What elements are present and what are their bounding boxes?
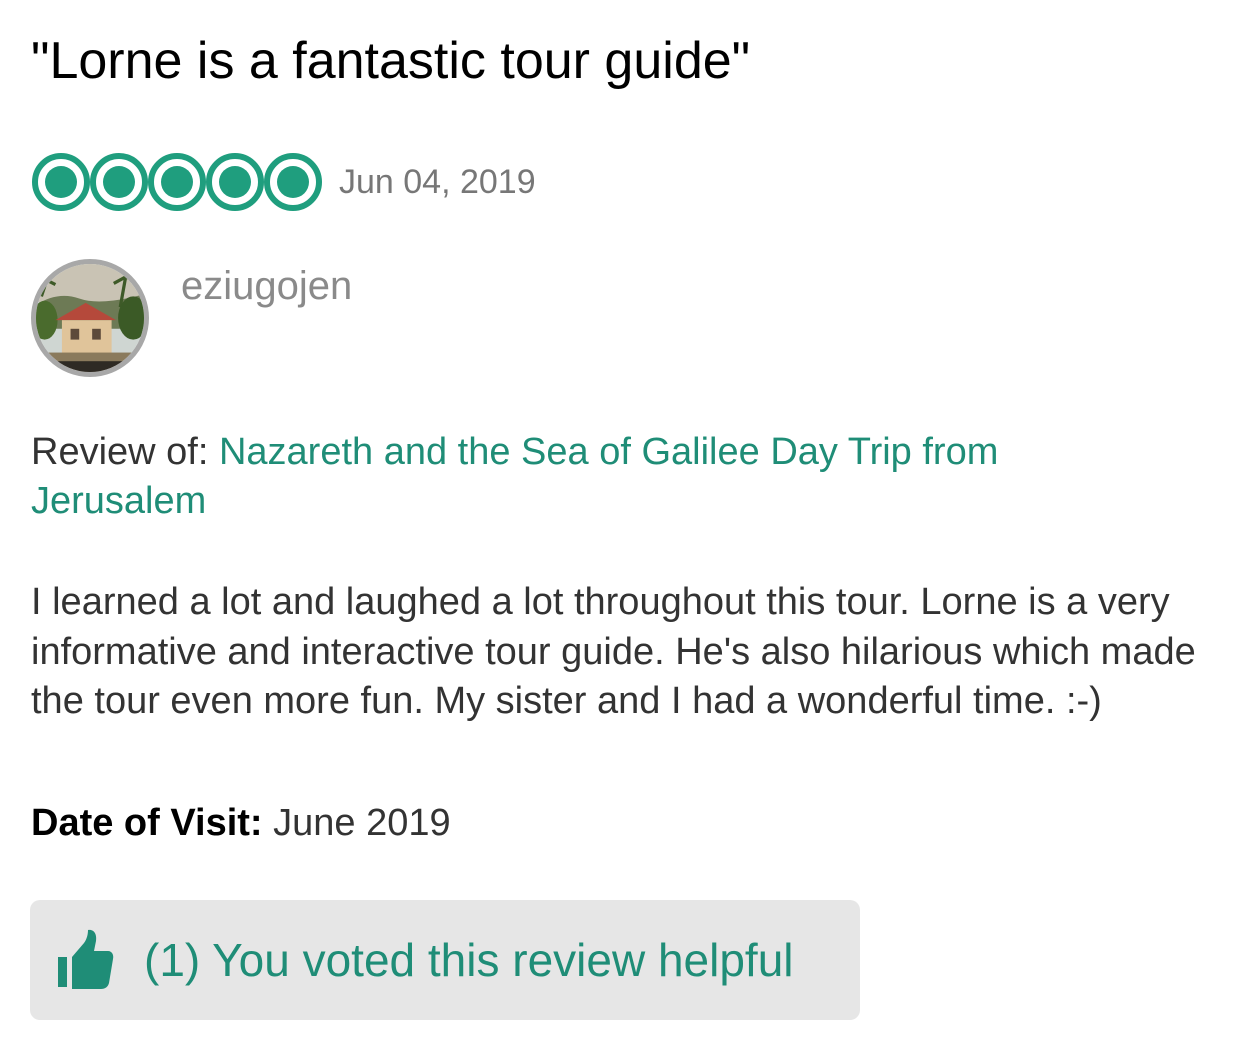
rating-bubble-icon (90, 153, 148, 211)
review-date: Jun 04, 2019 (339, 162, 536, 201)
review-of: Review of: Nazareth and the Sea of Galil… (31, 428, 1071, 526)
rating-bubbles (31, 152, 322, 212)
helpful-vote-label: (1) You voted this review helpful (144, 934, 794, 986)
rating-bubble-icon (32, 153, 90, 211)
review-body: I learned a lot and laughed a lot throug… (31, 581, 1196, 722)
date-of-visit: Date of Visit: June 2019 (31, 802, 451, 845)
review-title: "Lorne is a fantastic tour guide" (31, 32, 751, 90)
thumbs-up-icon (58, 929, 114, 989)
review-card: "Lorne is a fantastic tour guide" Jun 04… (0, 0, 1242, 1061)
date-of-visit-label: Date of Visit: (31, 802, 263, 844)
review-of-label: Review of: (31, 431, 219, 473)
avatar-photo-icon (36, 264, 144, 372)
helpful-vote-button[interactable]: (1) You voted this review helpful (30, 900, 860, 1020)
rating-bubble-icon (264, 153, 322, 211)
username[interactable]: eziugojen (181, 264, 352, 309)
avatar[interactable] (31, 259, 149, 377)
date-of-visit-value: June 2019 (262, 802, 451, 844)
rating-bubble-icon (148, 153, 206, 211)
rating-bubble-icon (206, 153, 264, 211)
rating-row: Jun 04, 2019 (31, 152, 536, 212)
